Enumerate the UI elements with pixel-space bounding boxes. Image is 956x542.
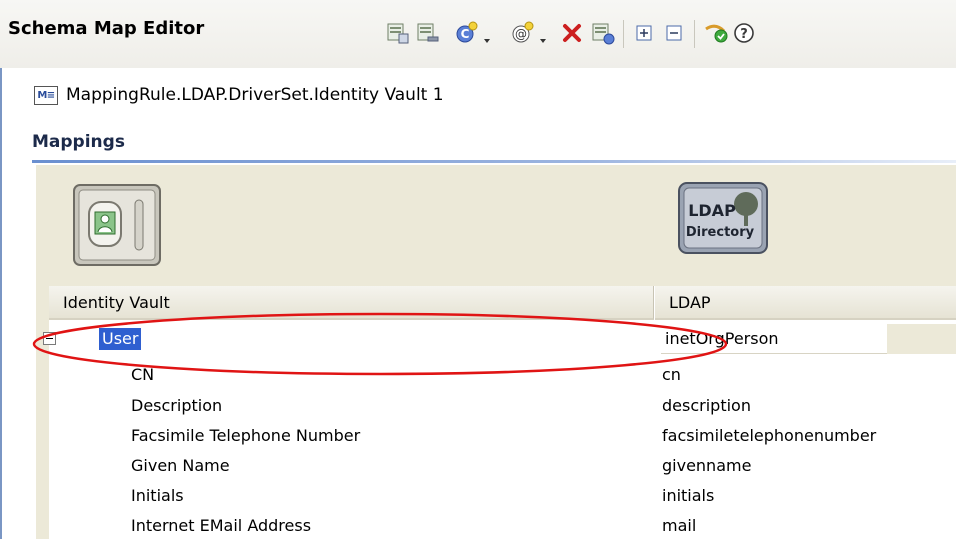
minus-box-icon[interactable] [661,20,687,46]
toolbar-separator [694,20,695,48]
vault-class-value: User [99,328,142,350]
ldap-directory-icon: LDAP Directory [676,180,770,256]
section-underline [32,160,956,163]
ldap-attribute: givenname [662,456,752,475]
attribute-add-icon[interactable]: @ [509,20,535,46]
table-row[interactable]: Given Name givenname [49,451,956,482]
table-row[interactable]: Internet EMail Address mail [49,511,956,542]
column-header-ldap[interactable]: LDAP [655,286,956,320]
svg-text:@: @ [515,27,527,41]
schema-map-editor: Schema Map Editor C @ ? M≡ MappingRule.L… [0,0,956,539]
attribute-add-dropdown-icon[interactable] [538,30,548,43]
schema-remove-icon[interactable] [415,20,441,46]
plus-box-icon[interactable] [631,20,657,46]
vault-attribute: Facsimile Telephone Number [131,426,361,445]
check-icon[interactable] [703,20,729,46]
help-icon[interactable]: ? [731,20,757,46]
editor-title: Schema Map Editor [8,18,205,39]
mapping-rule-name: MappingRule.LDAP.DriverSet.Identity Vaul… [66,85,444,105]
window-border [0,0,2,539]
vault-attribute: CN [131,365,155,384]
vault-class-select[interactable]: User [89,326,689,352]
svg-text:?: ? [740,27,748,42]
ldap-attribute: mail [662,516,697,535]
table-row[interactable]: Facsimile Telephone Number facsimiletele… [49,421,956,452]
ldap-attribute: cn [662,365,681,384]
table-row[interactable]: Description description [49,391,956,422]
ldap-attribute: description [662,396,751,415]
vault-attribute: Description [131,396,223,415]
identity-vault-icon [71,182,163,268]
ldap-icon-text: LDAP [688,201,736,220]
ldap-class-cell[interactable]: inetOrgPerson [661,324,887,354]
class-add-dropdown-icon[interactable] [482,30,492,43]
mapping-table: Identity Vault LDAP User inetOrgPerson C… [43,286,956,542]
table-row[interactable]: Initials initials [49,481,956,512]
mappings-section-title: Mappings [32,132,125,152]
collapse-icon[interactable] [43,332,56,345]
ldap-class-value: inetOrgPerson [665,329,779,348]
ldap-attribute: facsimiletelephonenumber [662,426,877,445]
editor-header: Schema Map Editor C @ ? [0,0,956,68]
schema-refresh-icon[interactable] [590,20,616,46]
delete-icon[interactable] [559,20,585,46]
vault-attribute: Internet EMail Address [131,516,312,535]
class-add-icon[interactable]: C [453,20,479,46]
ldap-icon-subtext: Directory [686,225,755,240]
class-mapping-row[interactable]: User inetOrgPerson [43,324,956,355]
mapping-rule-icon: M≡ [34,85,58,105]
schema-add-icon[interactable] [385,20,411,46]
vault-attribute: Initials [131,486,184,505]
column-header-identity-vault[interactable]: Identity Vault [49,286,654,320]
toolbar-separator [623,20,624,48]
cell-padding [887,324,956,354]
ldap-attribute: initials [662,486,715,505]
svg-text:C: C [461,27,470,41]
vault-attribute: Given Name [131,456,230,475]
table-row[interactable]: CN cn [49,360,956,391]
mapping-rule-line: M≡ MappingRule.LDAP.DriverSet.Identity V… [34,83,444,107]
